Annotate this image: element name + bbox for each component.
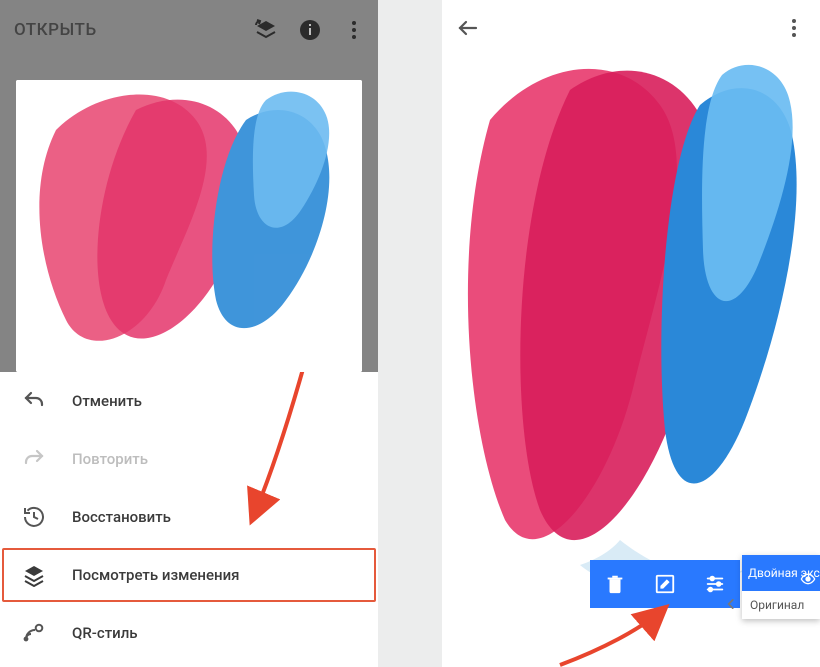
eye-visibility-icon[interactable] xyxy=(800,571,816,587)
ink-illustration-left xyxy=(16,80,362,372)
tune-sliders-icon[interactable] xyxy=(703,572,727,596)
edit-history-stack: Двойная экс… Оригинал xyxy=(742,555,820,619)
left-top-bar: ОТКРЫТЬ xyxy=(0,0,378,60)
edit-step-toolbar xyxy=(590,560,740,608)
left-dimmed-region: ОТКРЫТЬ xyxy=(0,0,378,372)
chevron-left-icon[interactable] xyxy=(724,597,738,614)
edit-history-menu: Отменить Повторить Восстановить xyxy=(0,372,378,662)
menu-view-edits[interactable]: Посмотреть изменения xyxy=(0,546,378,604)
menu-undo-label: Отменить xyxy=(72,392,142,410)
qr-style-icon xyxy=(22,621,46,645)
stack-undo-icon[interactable] xyxy=(254,18,278,42)
panel-right: Двойная экс… Оригинал xyxy=(442,0,820,667)
history-step-original-label: Оригинал xyxy=(750,598,804,612)
menu-redo: Повторить xyxy=(0,430,378,488)
menu-undo[interactable]: Отменить xyxy=(0,372,378,430)
panel-left: ОТКРЫТЬ xyxy=(0,0,378,667)
menu-redo-label: Повторить xyxy=(72,450,148,468)
open-button[interactable]: ОТКРЫТЬ xyxy=(14,20,97,40)
menu-qr-style[interactable]: QR-стиль xyxy=(0,604,378,662)
menu-view-edits-label: Посмотреть изменения xyxy=(72,566,239,584)
menu-revert-label: Восстановить xyxy=(72,508,171,526)
right-top-bar xyxy=(442,0,820,56)
redo-icon xyxy=(22,447,46,471)
undo-icon xyxy=(22,389,46,413)
menu-revert[interactable]: Восстановить xyxy=(0,488,378,546)
image-preview-right[interactable] xyxy=(460,60,802,610)
image-preview-left xyxy=(16,80,362,372)
back-icon[interactable] xyxy=(456,16,480,40)
info-icon[interactable] xyxy=(298,18,322,42)
menu-qr-style-label: QR-стиль xyxy=(72,624,138,642)
delete-icon[interactable] xyxy=(603,572,627,596)
more-vert-icon[interactable] xyxy=(342,18,366,42)
history-step-current[interactable]: Двойная экс… xyxy=(742,555,820,591)
history-step-original[interactable]: Оригинал xyxy=(742,591,820,619)
more-vert-icon[interactable] xyxy=(782,16,806,40)
brush-edit-icon[interactable] xyxy=(653,572,677,596)
history-icon xyxy=(22,505,46,529)
layers-icon xyxy=(22,563,46,587)
panel-gap xyxy=(378,0,442,667)
ink-illustration-right xyxy=(460,60,802,610)
